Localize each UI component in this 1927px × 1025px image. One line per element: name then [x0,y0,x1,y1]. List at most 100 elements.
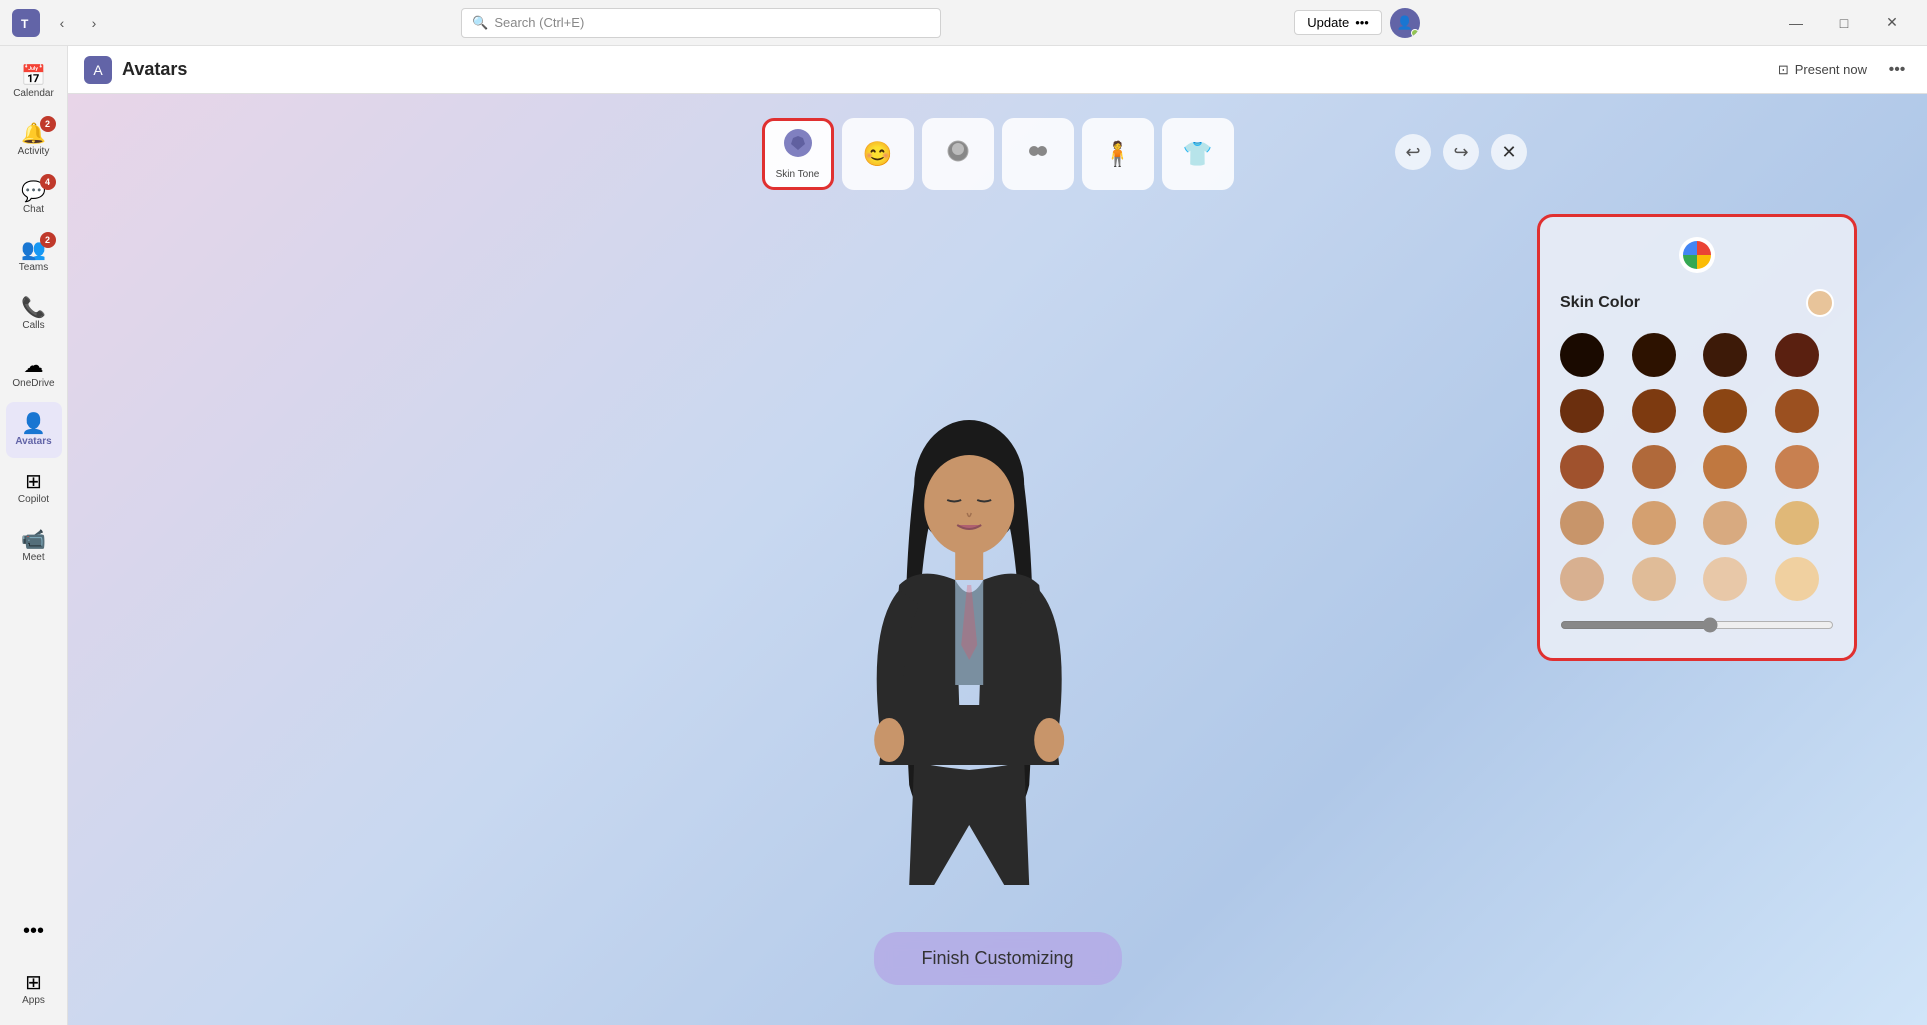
sidebar-item-calls[interactable]: 📞 Calls [6,286,62,342]
sidebar-item-copilot[interactable]: ⊞ Copilot [6,460,62,516]
chat-badge: 4 [40,174,56,190]
skin-color-18[interactable] [1632,557,1676,601]
skin-color-6[interactable] [1632,389,1676,433]
sidebar-item-chat[interactable]: 4 💬 Chat [6,170,62,226]
skin-color-10[interactable] [1632,445,1676,489]
sidebar-item-apps[interactable]: ⊞ Apps [6,961,62,1017]
category-body[interactable]: 🧍 [1082,118,1154,190]
skin-color-20[interactable] [1775,557,1819,601]
finish-customizing-button[interactable]: Finish Customizing [873,932,1121,985]
skin-slider-container [1560,617,1834,638]
sidebar: 📅 Calendar 2 🔔 Activity 4 💬 Chat 2 👥 Tea… [0,46,68,1025]
present-label: Present now [1795,62,1867,77]
apps-icon: ⊞ [25,973,42,993]
skin-color-15[interactable] [1703,501,1747,545]
update-button[interactable]: Update ••• [1294,10,1382,35]
workspace-close-icon: ✕ [1501,142,1516,163]
current-skin-color [1806,289,1834,317]
skin-colors-grid [1560,333,1834,601]
window-controls: — □ ✕ [1773,5,1915,41]
skin-color-5[interactable] [1560,389,1604,433]
face-icon: 😊 [863,140,893,169]
redo-button[interactable]: ↪ [1443,134,1479,170]
page-title: Avatars [122,59,187,80]
skin-color-9[interactable] [1560,445,1604,489]
features-icon [1024,137,1052,172]
forward-button[interactable]: › [80,9,108,37]
more-dots-icon: ••• [1889,61,1906,79]
category-skin-tone[interactable]: Skin Tone [762,118,834,190]
skin-color-7[interactable] [1703,389,1747,433]
sidebar-item-activity[interactable]: 2 🔔 Activity [6,112,62,168]
avatar-svg [819,405,1119,965]
finish-customizing-label: Finish Customizing [921,948,1073,968]
sidebar-item-teams[interactable]: 2 👥 Teams [6,228,62,284]
skin-color-4[interactable] [1775,333,1819,377]
update-dots: ••• [1355,15,1369,30]
skin-color-13[interactable] [1560,501,1604,545]
present-icon: ⊡ [1778,62,1789,78]
category-hair[interactable] [922,118,994,190]
teams-badge: 2 [40,232,56,248]
header-actions: ⊡ Present now ••• [1770,56,1911,84]
onedrive-icon: ☁ [24,356,44,376]
category-toolbar: Skin Tone 😊 [762,118,1234,190]
close-button[interactable]: ✕ [1869,5,1915,41]
app-icon: A [84,56,112,84]
calendar-icon: 📅 [21,66,46,86]
minimize-button[interactable]: — [1773,5,1819,41]
sidebar-item-meet[interactable]: 📹 Meet [6,518,62,574]
titlebar: T ‹ › 🔍 Search (Ctrl+E) Update ••• 👤 — □… [0,0,1927,46]
calls-icon: 📞 [21,298,46,318]
skin-color-19[interactable] [1703,557,1747,601]
sidebar-item-calendar[interactable]: 📅 Calendar [6,54,62,110]
search-bar[interactable]: 🔍 Search (Ctrl+E) [461,8,941,38]
update-label: Update [1307,15,1349,30]
skin-color-14[interactable] [1632,501,1676,545]
toolbar-actions: ↩ ↪ ✕ [1395,134,1527,170]
activity-badge: 2 [40,116,56,132]
copilot-icon: ⊞ [25,472,42,492]
category-face[interactable]: 😊 [842,118,914,190]
avatars-icon: 👤 [21,414,46,434]
skin-color-8[interactable] [1775,389,1819,433]
content-area: A Avatars ⊡ Present now ••• [68,46,1927,1025]
hair-icon [944,137,972,172]
back-button[interactable]: ‹ [48,9,76,37]
skin-tone-icon [783,128,813,165]
sidebar-item-onedrive[interactable]: ☁ OneDrive [6,344,62,400]
outfit-icon: 👕 [1183,140,1213,169]
search-placeholder: Search (Ctrl+E) [494,15,584,30]
google-icon [1679,237,1715,273]
more-icon: ••• [23,921,44,941]
body-icon: 🧍 [1103,140,1133,169]
present-now-button[interactable]: ⊡ Present now [1770,58,1875,82]
skin-color-3[interactable] [1703,333,1747,377]
content-more-button[interactable]: ••• [1883,56,1911,84]
skin-slider[interactable] [1560,617,1834,633]
skin-color-1[interactable] [1560,333,1604,377]
google-circle-icon [1683,241,1711,269]
content-header: A Avatars ⊡ Present now ••• [68,46,1927,94]
status-dot [1411,29,1419,37]
panel-header: Skin Color [1560,289,1834,317]
category-outfit[interactable]: 👕 [1162,118,1234,190]
skin-color-2[interactable] [1632,333,1676,377]
avatar-figure [789,385,1149,965]
search-icon: 🔍 [472,15,488,31]
maximize-button[interactable]: □ [1821,5,1867,41]
category-features[interactable] [1002,118,1074,190]
skin-color-panel: Skin Color [1537,214,1857,661]
meet-icon: 📹 [21,530,46,550]
svg-text:T: T [21,17,29,31]
sidebar-item-more[interactable]: ••• [6,903,62,959]
skin-color-16[interactable] [1775,501,1819,545]
skin-color-11[interactable] [1703,445,1747,489]
skin-color-12[interactable] [1775,445,1819,489]
redo-icon: ↪ [1453,142,1468,163]
user-avatar[interactable]: 👤 [1390,8,1420,38]
sidebar-item-avatars[interactable]: 👤 Avatars [6,402,62,458]
undo-button[interactable]: ↩ [1395,134,1431,170]
skin-color-17[interactable] [1560,557,1604,601]
workspace-close-button[interactable]: ✕ [1491,134,1527,170]
